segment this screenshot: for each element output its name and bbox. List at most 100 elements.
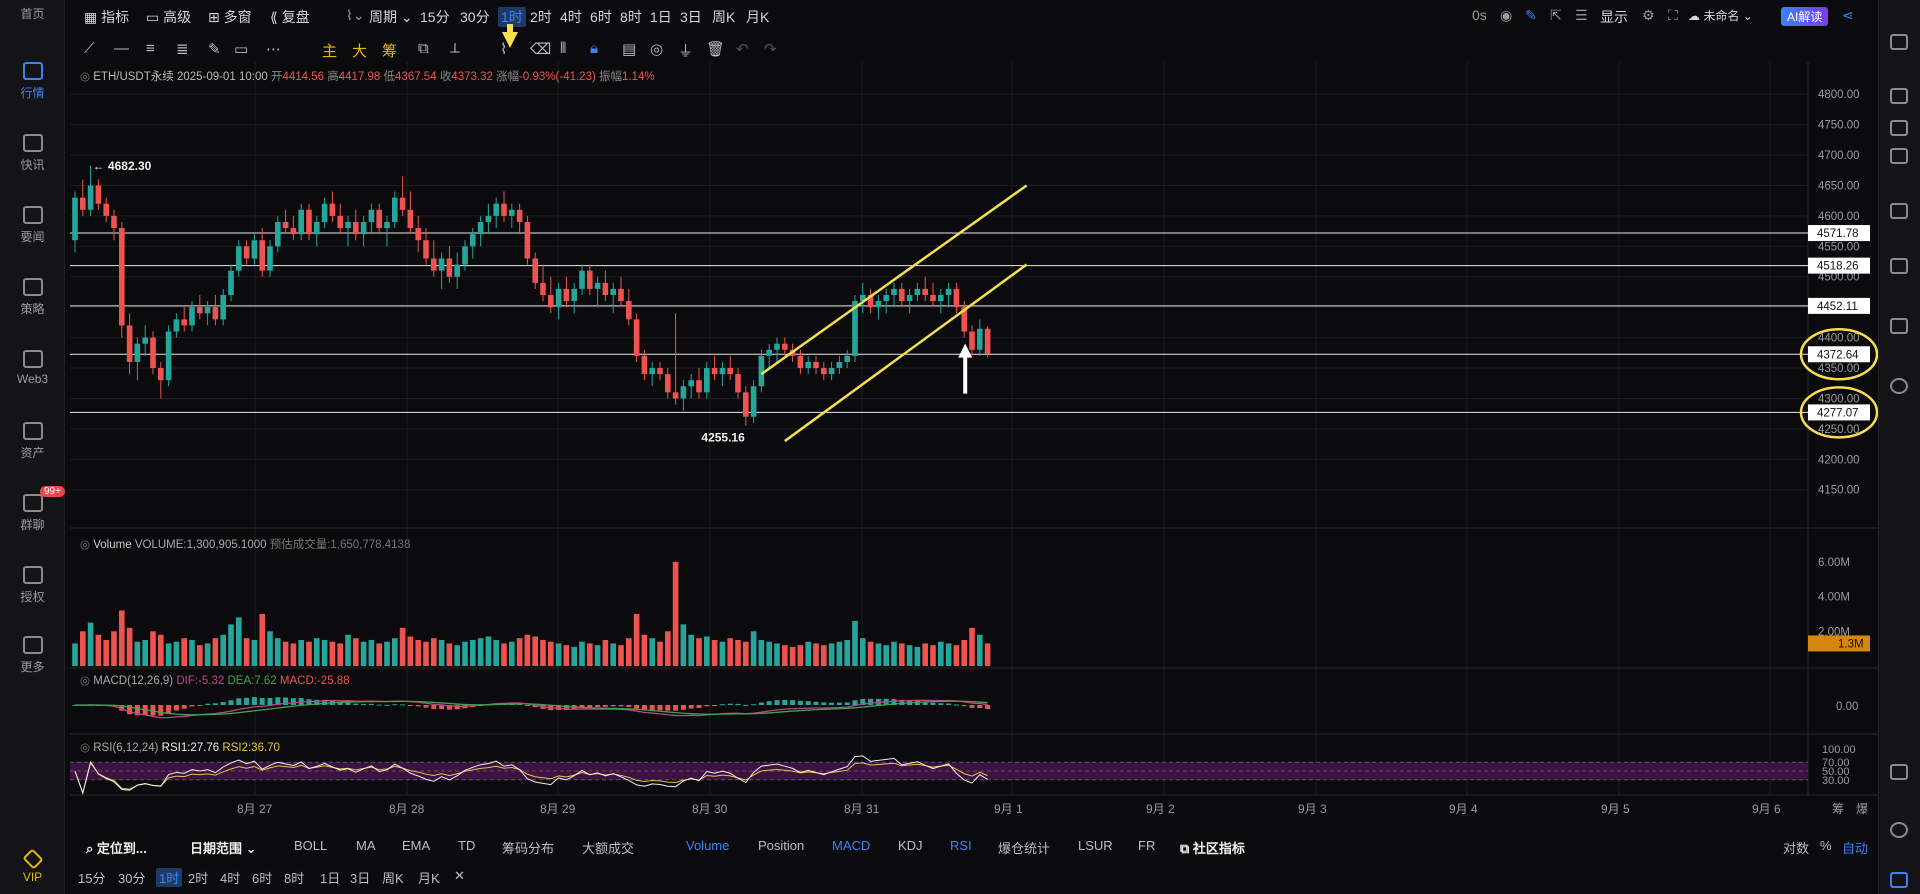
bottom-interval-9[interactable]: 周K	[382, 868, 404, 887]
assistant-icon[interactable]	[1890, 872, 1908, 888]
volume-bar	[501, 643, 507, 666]
candle-icon[interactable]	[1890, 203, 1908, 219]
sub-indicator-5[interactable]: 爆仓统计	[998, 838, 1050, 857]
volume-bar	[220, 634, 226, 666]
bottom-interval-3[interactable]: 2时	[188, 868, 208, 887]
sub-indicator-2[interactable]: MACD	[832, 838, 870, 853]
volume-bar	[321, 639, 328, 666]
community-indicators-button[interactable]: ⧉ 社区指标	[1180, 838, 1245, 857]
document-icon[interactable]	[1890, 34, 1908, 50]
price-tick: 4800.00	[1818, 89, 1860, 101]
locate-button[interactable]: ⌕ 定位到...	[86, 838, 147, 857]
volume-bar	[509, 641, 515, 666]
robot-icon[interactable]	[1890, 318, 1908, 334]
sub-indicator-1[interactable]: Position	[758, 838, 804, 853]
macd-histogram-bar	[244, 697, 250, 705]
price-tick: 4600.00	[1818, 211, 1860, 223]
percent-scale-toggle[interactable]: %	[1820, 838, 1832, 853]
clock-icon[interactable]	[1890, 88, 1908, 104]
liquidation-label[interactable]: 爆	[1856, 802, 1868, 816]
candle-body	[173, 319, 180, 332]
candle-body	[462, 246, 468, 265]
candle-body	[688, 380, 694, 387]
sub-indicator-0[interactable]: Volume	[686, 838, 729, 853]
candle-body	[415, 228, 421, 241]
bottom-interval-0[interactable]: 15分	[78, 868, 105, 887]
date-label: 8月 28	[389, 802, 425, 816]
volume-bar	[938, 641, 944, 666]
sub-indicator-4[interactable]: RSI	[950, 838, 972, 853]
panel-icon[interactable]	[1890, 764, 1908, 780]
main-indicator-3[interactable]: TD	[458, 838, 475, 853]
macd-histogram-bar	[602, 705, 608, 707]
help-icon[interactable]	[1890, 822, 1908, 838]
bottom-interval-2[interactable]: 1时	[156, 868, 183, 887]
macd-histogram-bar	[712, 705, 718, 706]
globe-icon[interactable]	[1890, 378, 1908, 394]
macd-histogram-bar	[836, 702, 842, 705]
candle-body	[150, 337, 156, 369]
date-range-dropdown[interactable]: 日期范围 ⌄	[190, 838, 257, 857]
volume-bar	[610, 643, 616, 666]
sub-indicator-7[interactable]: FR	[1138, 838, 1155, 853]
volume-bar	[290, 643, 297, 666]
macd-histogram-bar	[813, 701, 819, 705]
macd-legend: ◎ MACD(12,26,9) DIF:-5.32 DEA:7.62 MACD:…	[80, 675, 350, 687]
volume-current-text: 1.3M	[1838, 638, 1864, 650]
main-indicator-5[interactable]: 大额成交	[582, 838, 634, 857]
log-scale-toggle[interactable]: 对数	[1783, 838, 1809, 857]
candle-body	[454, 264, 460, 277]
date-label: 8月 27	[237, 802, 273, 816]
macd-histogram-bar	[524, 705, 530, 706]
macd-histogram-bar	[751, 704, 757, 706]
candle-body	[743, 392, 749, 417]
volume-bar	[813, 643, 819, 666]
calendar-icon[interactable]	[1890, 258, 1908, 274]
sub-indicator-6[interactable]: LSUR	[1078, 838, 1113, 853]
auto-scale-toggle[interactable]: 自动	[1842, 838, 1868, 857]
bottom-interval-10[interactable]: 月K	[418, 868, 440, 887]
volume-bar	[961, 639, 967, 666]
volume-bar	[548, 641, 554, 666]
chart-canvas[interactable]: 4800.00 4750.00 4700.00 4650.00 4600.00 4550.…	[0, 0, 1920, 894]
candle-body	[805, 361, 811, 369]
chip-label[interactable]: 筹	[1832, 802, 1844, 816]
candle-body	[984, 328, 991, 354]
bar-chart-icon[interactable]	[1890, 148, 1908, 164]
level-price-text: 4571.78	[1817, 228, 1859, 240]
main-indicator-2[interactable]: EMA	[402, 838, 430, 853]
bell-icon: ◎	[80, 675, 91, 687]
volume-bar	[860, 638, 866, 666]
candle-body	[181, 319, 187, 326]
close-icon[interactable]: ✕	[454, 868, 465, 884]
bottom-interval-4[interactable]: 4时	[220, 868, 240, 887]
volume-bar	[883, 645, 889, 666]
sub-indicator-3[interactable]: KDJ	[898, 838, 923, 853]
volume-bar	[626, 638, 632, 666]
main-indicator-4[interactable]: 筹码分布	[502, 838, 554, 857]
level-price-text: 4277.07	[1817, 407, 1859, 419]
bottom-interval-6[interactable]: 8时	[284, 868, 304, 887]
main-indicator-1[interactable]: MA	[356, 838, 376, 853]
bottom-interval-5[interactable]: 6时	[252, 868, 272, 887]
bottom-interval-8[interactable]: 3日	[350, 868, 370, 887]
layers-icon[interactable]	[1890, 120, 1908, 136]
volume-bar	[875, 643, 882, 666]
macd-histogram-bar	[400, 704, 406, 706]
volume-bar	[844, 639, 850, 666]
macd-histogram-bar	[977, 705, 983, 709]
volume-bar	[930, 645, 936, 666]
volume-bar	[259, 613, 265, 666]
candle-body	[704, 368, 710, 393]
candle-body	[657, 368, 663, 375]
bottom-interval-1[interactable]: 30分	[118, 868, 145, 887]
candle-body	[119, 228, 125, 326]
main-indicator-0[interactable]: BOLL	[294, 838, 327, 853]
bottom-interval-7[interactable]: 1日	[320, 868, 340, 887]
volume-tick: 4.00M	[1818, 592, 1850, 604]
macd-histogram-bar	[173, 705, 179, 711]
macd-histogram-bar	[618, 705, 624, 707]
candle-body	[501, 203, 507, 216]
candle-body	[836, 361, 843, 369]
candle-body	[524, 221, 531, 259]
